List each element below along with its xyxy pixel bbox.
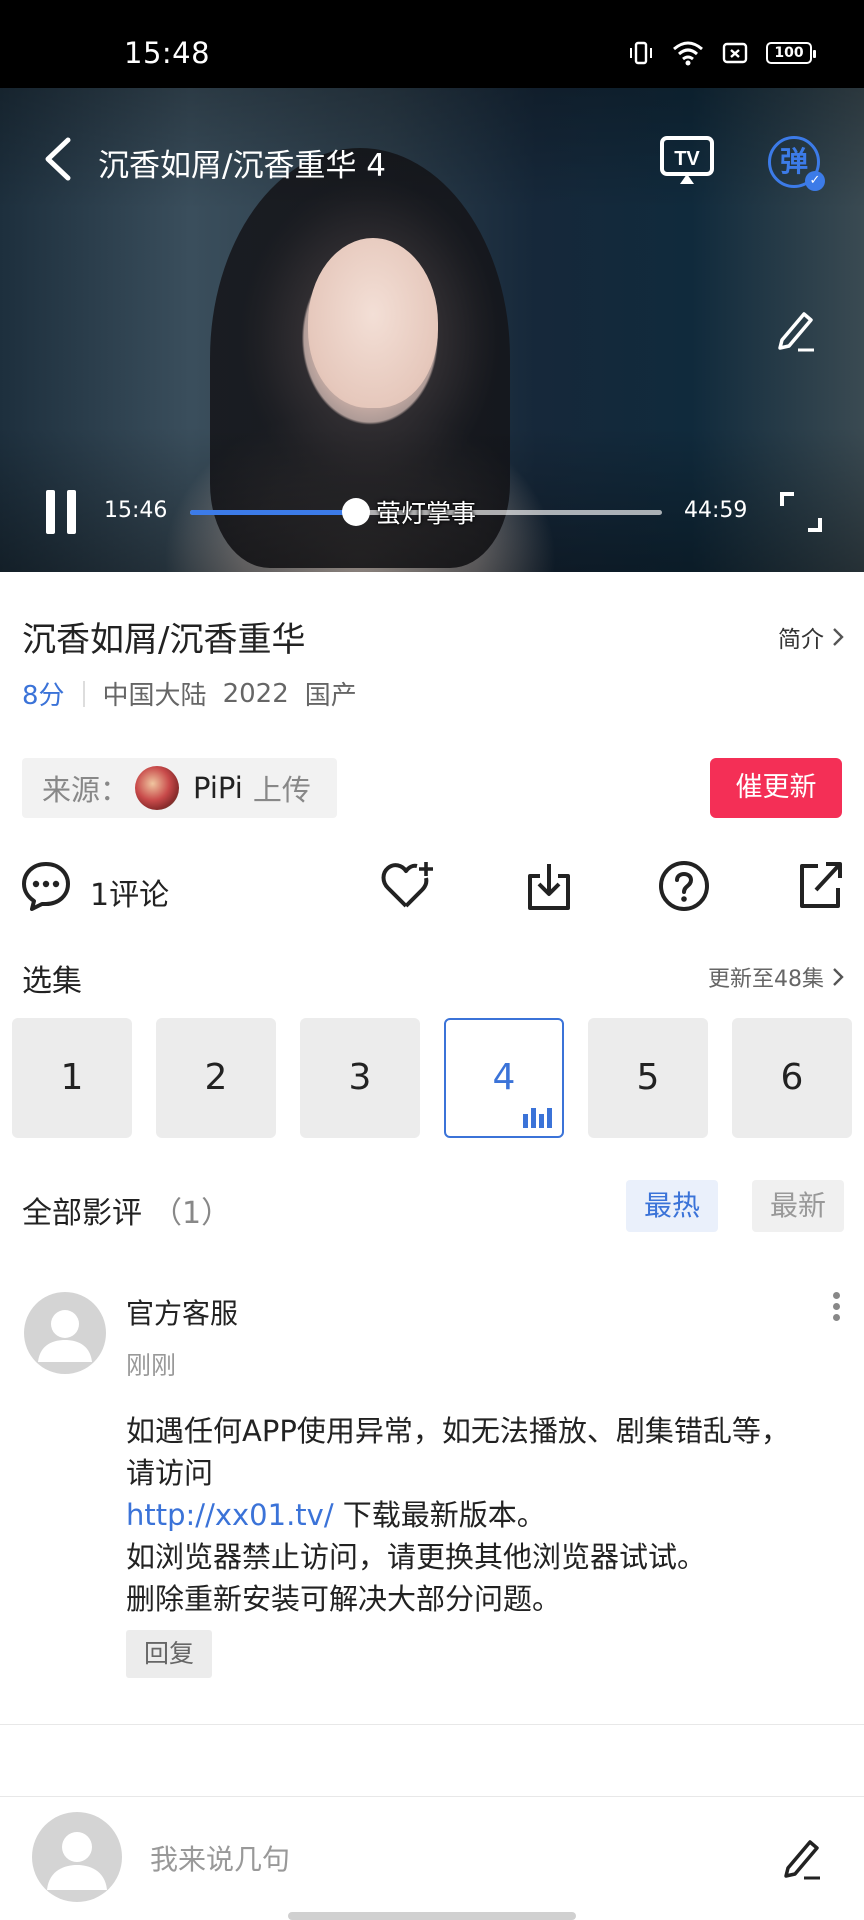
battery-icon: 100 [766,42,816,64]
comment-line: 如浏览器禁止访问，请更换其他浏览器试试。 [126,1540,707,1574]
episode-6[interactable]: 6 [732,1018,852,1138]
favorite-add-icon[interactable] [380,860,436,912]
danmu-label: 弹 [779,145,808,178]
episode-label: 2 [204,1057,228,1098]
comment-username[interactable]: 官方客服 [126,1292,238,1332]
danmu-toggle[interactable]: 弹 ✓ [768,136,825,191]
tv-cast-icon[interactable]: TV [660,136,714,186]
comment-line: 请访问 [126,1456,214,1490]
comment-icon[interactable] [20,860,72,912]
status-icons: 100 [628,40,816,66]
back-icon[interactable] [38,134,78,184]
comment-line: http://xx01.tv/ 下载最新版本。 [126,1494,846,1536]
pause-button[interactable] [44,490,78,534]
comment-avatar[interactable] [24,1292,106,1374]
uploader-name: PiPi [193,771,243,805]
vibrate-icon [630,41,652,65]
intro-link[interactable]: 简介 [778,620,844,654]
home-indicator[interactable] [288,1912,576,1920]
status-time: 15:48 [124,36,211,70]
source-prefix: 来源： [42,773,130,807]
urge-update-button[interactable]: 催更新 [710,758,842,818]
user-icon [47,1832,107,1890]
episode-label: 3 [348,1057,372,1098]
progress-fill [190,510,356,515]
episodes-heading: 选集 [22,964,82,999]
comment-line-rest: 下载最新版本。 [333,1498,546,1532]
status-bar: 15:48 100 [0,0,864,88]
fullscreen-icon[interactable] [780,492,822,532]
region: 中国大陆 [102,681,207,711]
check-icon: ✓ [805,171,825,191]
comment-count[interactable]: 1评论 [90,870,169,914]
show-meta: 8分 中国大陆 2022 国产 [22,675,373,712]
episode-label: 5 [636,1057,660,1098]
share-icon[interactable] [796,860,844,910]
download-icon[interactable] [524,860,574,912]
tv-label: TV [674,148,700,170]
reviews-title: 全部影评 [22,1196,142,1231]
comment-body: 如遇任何APP使用异常，如无法播放、剧集错乱等， 请访问 http://xx01… [126,1410,846,1620]
comment-line: 删除重新安装可解决大部分问题。 [126,1582,562,1616]
meta-divider [82,680,85,707]
uploader-avatar [135,766,180,810]
episodes-update-label: 更新至48集 [708,967,824,992]
edit-icon[interactable] [780,1834,824,1882]
reviews-heading: 全部影评 （1） [22,1188,231,1232]
episode-label: 1 [60,1057,84,1098]
episode-label: 6 [780,1057,804,1098]
comment-line: 如遇任何APP使用异常，如无法播放、剧集错乱等， [126,1414,790,1448]
comment-link[interactable]: http://xx01.tv/ [126,1498,334,1532]
edit-danmu-icon[interactable] [774,306,818,354]
episode-label: 4 [492,1057,516,1098]
episodes-update-link[interactable]: 更新至48集 [708,961,844,993]
episode-1[interactable]: 1 [12,1018,132,1138]
chevron-right-icon [833,968,844,986]
video-player[interactable]: 沉香如屑/沉香重华 4 TV 弹 ✓ 15:46 萤灯掌事 44:59 [0,88,864,572]
episode-2[interactable]: 2 [156,1018,276,1138]
score: 8分 [22,681,65,711]
tab-newest[interactable]: 最新 [752,1180,844,1232]
year: 2022 [222,678,289,709]
episode-5[interactable]: 5 [588,1018,708,1138]
current-time: 15:46 [104,498,168,523]
wifi-icon [673,41,703,66]
upload-suffix: 上传 [252,773,311,807]
intro-label: 简介 [778,627,824,653]
category: 国产 [304,681,357,711]
player-title: 沉香如屑/沉香重华 4 [98,148,387,184]
more-options-icon[interactable] [830,1292,842,1328]
user-icon [38,1310,92,1362]
progress-knob[interactable] [341,498,370,526]
duration: 44:59 [684,498,748,523]
chevron-right-icon [833,628,844,646]
sim-icon [722,42,748,64]
tab-hottest[interactable]: 最热 [626,1180,718,1232]
episode-list: 1 2 3 4 5 6 [12,1018,852,1138]
my-avatar[interactable] [32,1812,122,1902]
episode-4[interactable]: 4 [444,1018,564,1138]
help-icon[interactable] [658,860,710,912]
divider [0,1796,864,1797]
subtitle-text: 萤灯掌事 [376,499,477,528]
episode-3[interactable]: 3 [300,1018,420,1138]
comment-input[interactable]: 我来说几句 [150,1838,290,1878]
playing-icon [523,1108,552,1128]
source-chip[interactable]: 来源： PiPi 上传 [22,758,337,818]
comment-time: 刚刚 [126,1351,177,1380]
reply-button[interactable]: 回复 [126,1630,212,1678]
divider [0,1724,864,1725]
show-title: 沉香如屑/沉香重华 [22,620,306,660]
action-bar: 1评论 [0,860,864,920]
reviews-count: （1） [152,1196,232,1231]
